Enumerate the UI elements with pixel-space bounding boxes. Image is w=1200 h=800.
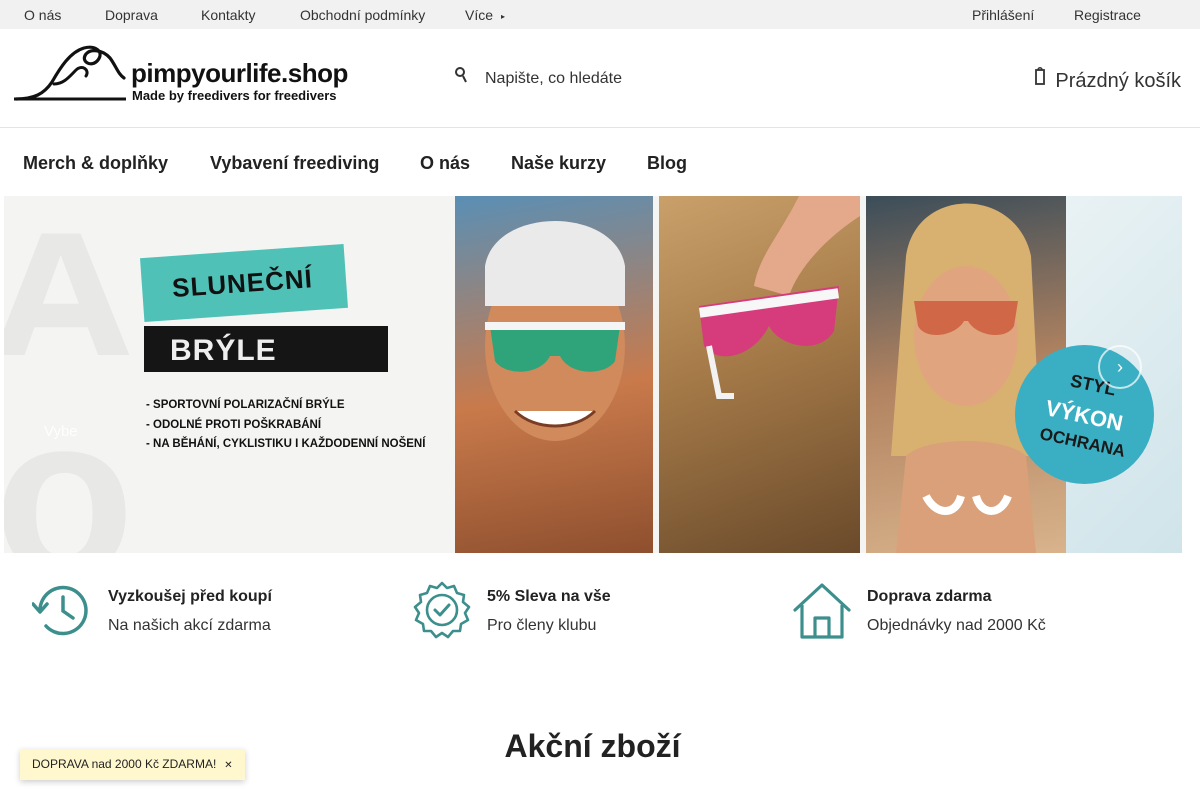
logo-tagline: Made by freedivers for freedivers [132, 88, 337, 103]
register-link[interactable]: Registrace [1074, 7, 1141, 23]
hero-background-lettering: ᴀᴏ [4, 196, 134, 553]
chevron-icon: › [1117, 357, 1123, 377]
hero-tag-text-1: SLUNEČNÍ [171, 263, 314, 303]
chevron-down-icon: ▸ [501, 11, 506, 21]
cart-button[interactable]: Prázdný košík [1035, 67, 1181, 93]
topbar-more-label: Více [465, 7, 494, 23]
hero-bullet: - SPORTOVNÍ POLARIZAČNÍ BRÝLE [146, 399, 345, 411]
nav-item-courses[interactable]: Naše kurzy [511, 153, 606, 174]
history-clock-icon [32, 585, 88, 636]
hero-tag-glasses: BRÝLE [144, 326, 388, 372]
benefit-subtitle: Objednávky nad 2000 Kč [867, 617, 1046, 634]
hero-tag-text-2: BRÝLE [170, 334, 277, 367]
hero-bullet: - ODOLNÉ PROTI POŠKRABÁNÍ [146, 418, 322, 431]
benefit-try-before-buy: Vyzkoušej před koupí Na našich akcí zdar… [32, 580, 332, 644]
hero-photo-sunglasses-hand [659, 196, 860, 553]
benefit-free-shipping: Doprava zdarma Objednávky nad 2000 Kč [791, 580, 1091, 644]
benefit-title: Vyzkoušej před koupí [108, 588, 272, 605]
topbar-link-contacts[interactable]: Kontakty [201, 7, 255, 23]
topbar-link-about[interactable]: O nás [24, 7, 61, 23]
nav-item-equipment[interactable]: Vybavení freediving [210, 153, 379, 174]
wave-logo-icon [14, 45, 126, 101]
login-link[interactable]: Přihlášení [972, 7, 1034, 23]
benefit-title: Doprava zdarma [867, 588, 992, 605]
topbar-link-shipping[interactable]: Doprava [105, 7, 158, 23]
nav-item-blog[interactable]: Blog [647, 153, 687, 174]
hero-caption-ghost: Vybe [44, 423, 78, 440]
hero-tag-sunglasses: SLUNEČNÍ [140, 243, 348, 323]
hero-photo-man-sunglasses [455, 196, 653, 553]
hero-banner[interactable]: ᴀᴏ SLUNEČNÍ BRÝLE - SPORTOVNÍ POLARIZAČN… [4, 196, 1182, 553]
nav-item-merch[interactable]: Merch & doplňky [23, 153, 168, 174]
topbar-more-menu[interactable]: Více ▸ [465, 7, 505, 23]
benefit-subtitle: Pro členy klubu [487, 617, 597, 634]
benefit-subtitle: Na našich akcí zdarma [108, 617, 271, 634]
search-icon [455, 67, 471, 88]
nav-item-about[interactable]: O nás [420, 153, 470, 174]
benefit-title: 5% Sleva na vše [487, 588, 611, 605]
shipping-notice[interactable]: DOPRAVA nad 2000 Kč ZDARMA! ✕ [20, 749, 245, 780]
main-navigation: Merch & doplňky Vybavení freediving O ná… [0, 128, 1200, 196]
logo-wordmark: pimpyourlife.shop [131, 58, 348, 88]
cart-icon [1035, 67, 1046, 90]
search-input[interactable]: Napište, co hledáte [455, 67, 622, 88]
hero-bullet: - NA BĚHÁNÍ, CYKLISTIKU I KAŽDODENNÍ NOŠ… [146, 438, 426, 450]
close-icon[interactable]: ✕ [224, 760, 232, 771]
badge-check-icon [413, 581, 471, 639]
site-header: pimpyourlife.shop Made by freedivers for… [0, 29, 1200, 128]
search-placeholder: Napište, co hledáte [485, 70, 622, 87]
topbar-link-terms[interactable]: Obchodní podmínky [300, 7, 425, 23]
home-icon [793, 583, 851, 639]
site-logo[interactable]: pimpyourlife.shop Made by freedivers for… [14, 44, 359, 104]
slider-next-button[interactable]: › [1098, 345, 1142, 389]
top-bar: O nás Doprava Kontakty Obchodní podmínky… [0, 0, 1200, 29]
cart-label: Prázdný košík [1055, 70, 1181, 92]
hero-bullets: - SPORTOVNÍ POLARIZAČNÍ BRÝLE - ODOLNÉ P… [146, 396, 425, 455]
benefit-club-discount: 5% Sleva na vše Pro členy klubu [411, 580, 711, 644]
shipping-notice-text: DOPRAVA nad 2000 Kč ZDARMA! [32, 757, 217, 771]
